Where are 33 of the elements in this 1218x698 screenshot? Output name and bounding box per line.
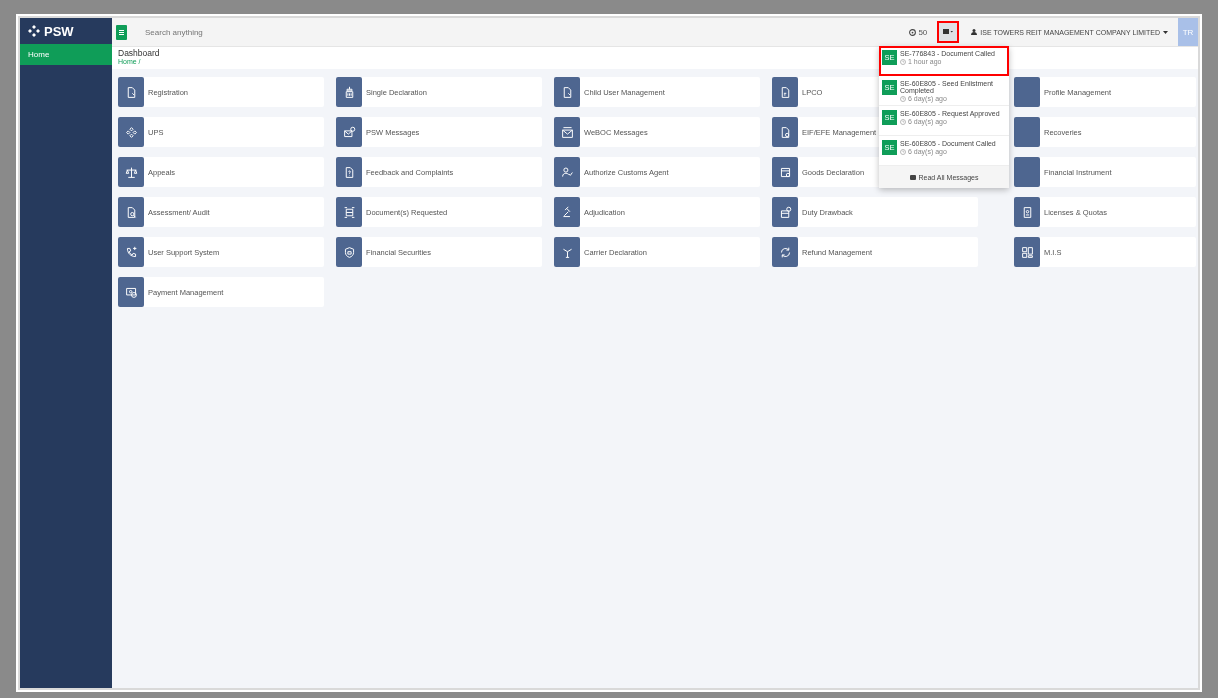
shield-icon xyxy=(342,245,356,259)
clock-icon xyxy=(900,58,906,65)
calendar-icon xyxy=(778,165,792,179)
box-icon xyxy=(778,205,792,219)
envelope-icon xyxy=(342,125,356,139)
icon-tile xyxy=(1014,157,1040,187)
caret-icon xyxy=(1163,30,1168,34)
menu-button[interactable] xyxy=(116,24,127,40)
logo-text: PSW xyxy=(44,23,74,39)
mail-button[interactable] xyxy=(937,21,960,43)
refresh-icon xyxy=(778,245,792,259)
page-title: Dashboard xyxy=(118,48,160,58)
person-check-icon xyxy=(560,165,574,179)
grid-icon xyxy=(1020,245,1034,259)
phone-icon xyxy=(124,245,138,259)
search-field[interactable]: Search anything xyxy=(143,26,347,38)
frame-icon xyxy=(342,205,356,219)
clock-icon xyxy=(900,95,906,102)
sidebar-item[interactable]: Home xyxy=(20,44,112,65)
gauge-icon xyxy=(909,28,917,36)
clock-icon xyxy=(900,148,906,155)
scales-icon xyxy=(124,165,138,179)
icon-tile xyxy=(1014,117,1040,147)
icon-tile xyxy=(1014,77,1040,107)
counter-text: 50 xyxy=(918,27,928,37)
user-icon xyxy=(971,29,978,35)
menu-icon xyxy=(119,29,124,35)
envelope-icon xyxy=(560,125,574,139)
money-icon xyxy=(124,285,138,299)
envelope-caret-icon xyxy=(943,29,954,35)
diamond-icon xyxy=(124,125,138,139)
clock-icon xyxy=(900,118,906,125)
logo-diamond-icon xyxy=(28,25,40,37)
